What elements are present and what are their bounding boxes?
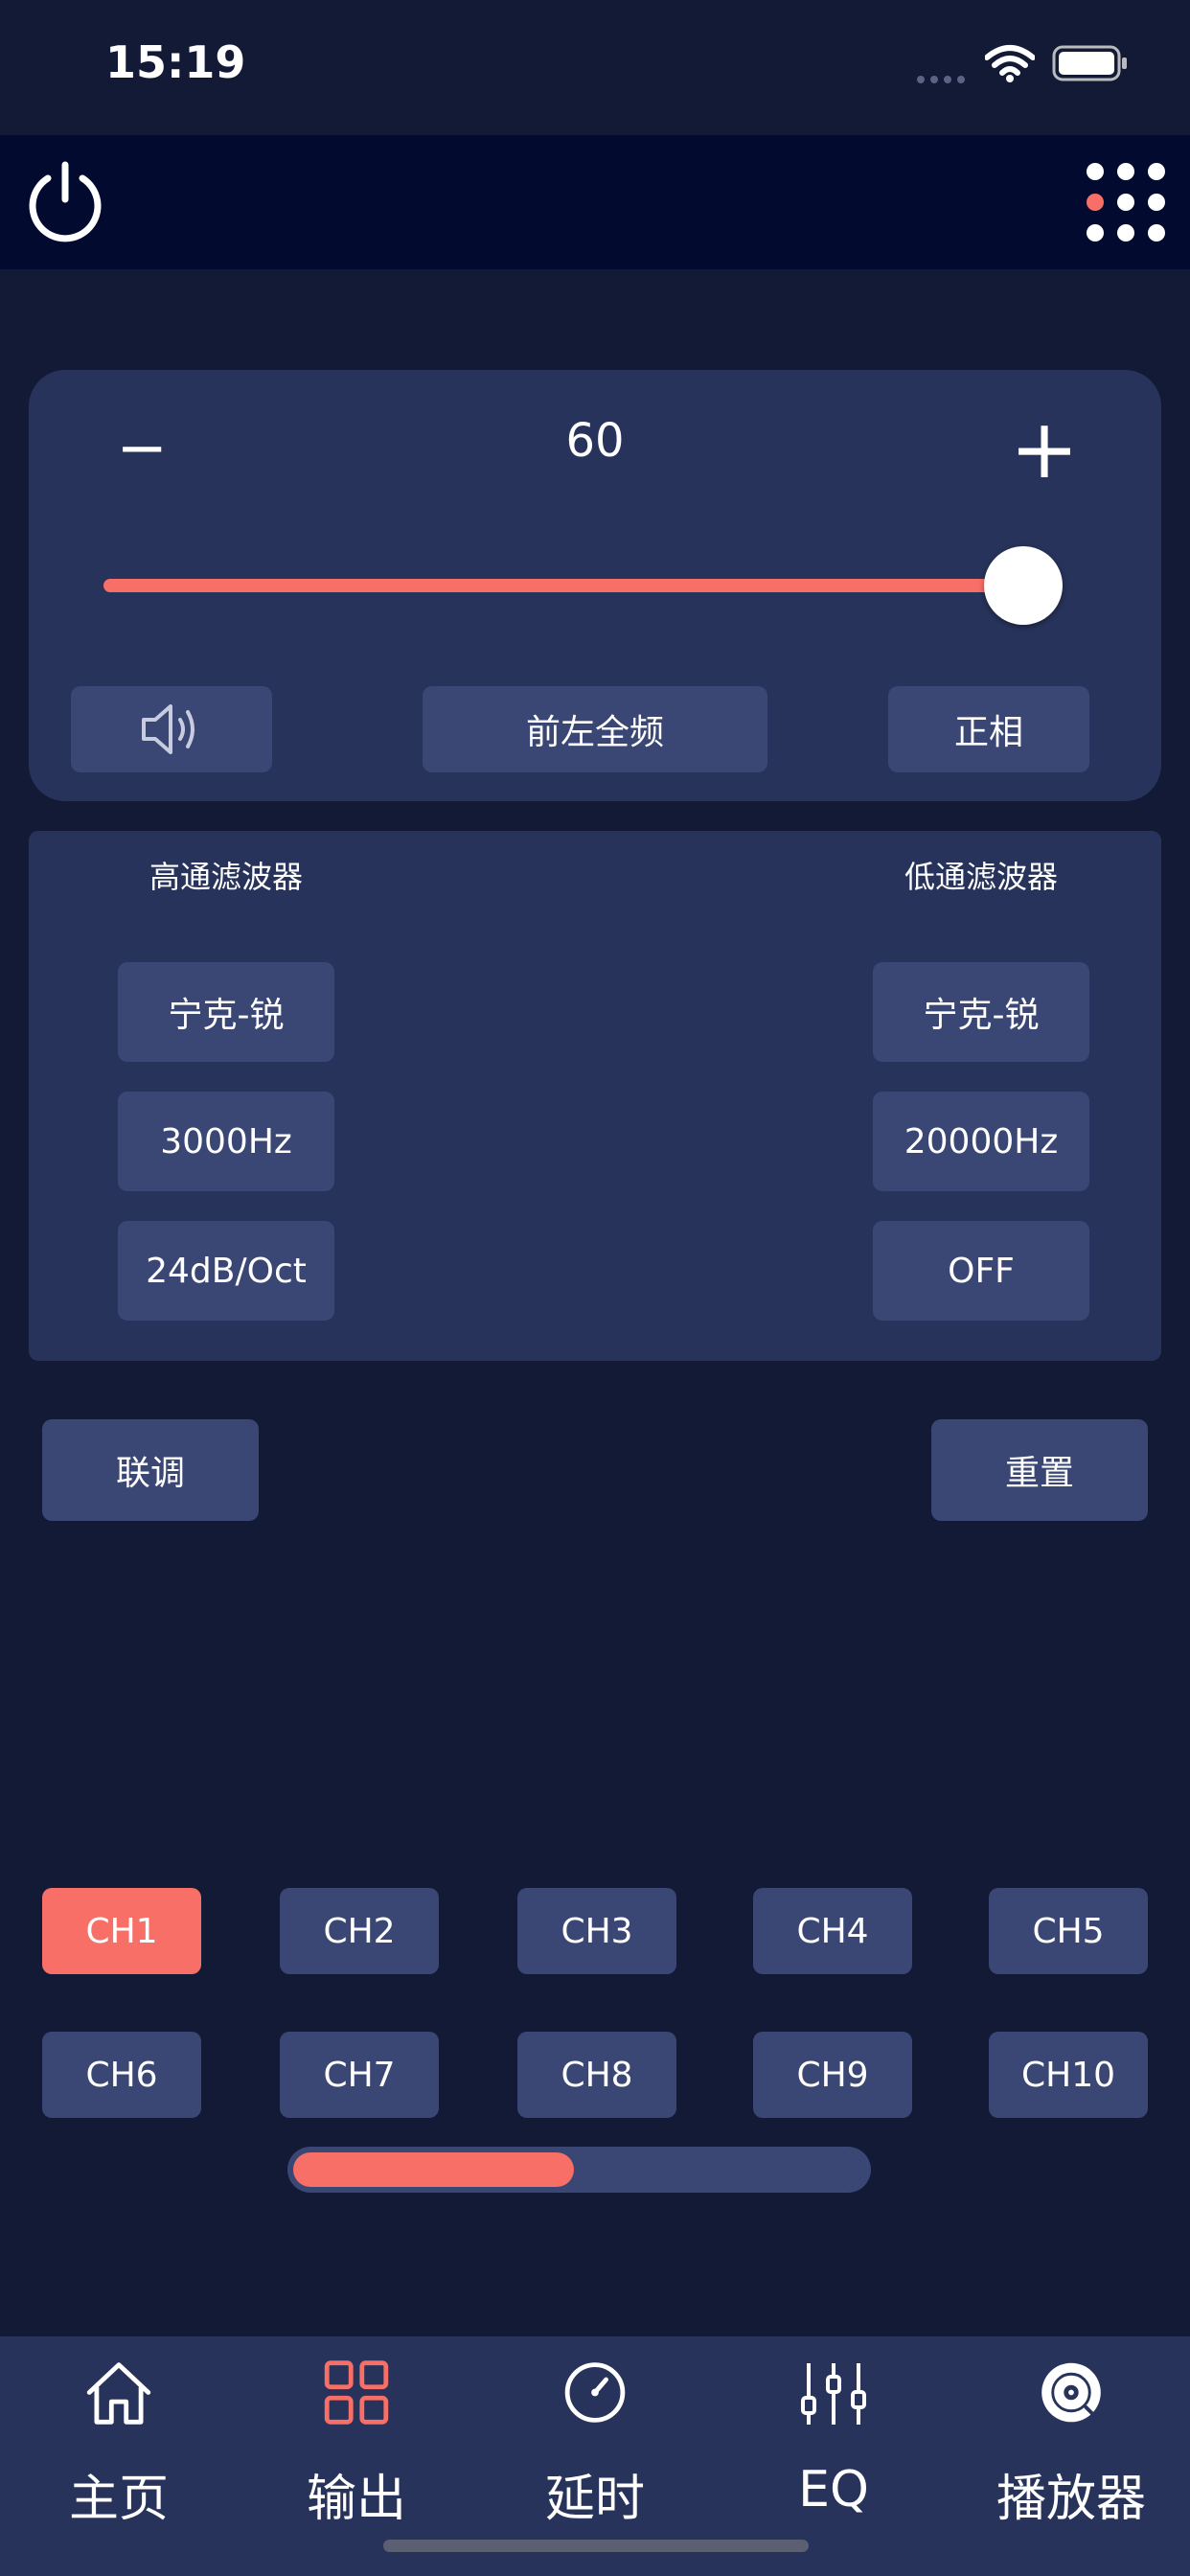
tab-player[interactable]: 播放器 xyxy=(975,2348,1167,2530)
channel-button-ch1[interactable]: CH1 xyxy=(42,1888,201,1974)
channel-button-ch4[interactable]: CH4 xyxy=(753,1888,912,1974)
tab-home[interactable]: 主页 xyxy=(23,2348,215,2530)
low-pass-slope-button[interactable]: OFF xyxy=(873,1221,1089,1321)
channel-button-ch10[interactable]: CH10 xyxy=(989,2032,1148,2118)
link-button[interactable]: 联调 xyxy=(42,1419,259,1521)
power-icon[interactable] xyxy=(21,157,109,245)
gauge-icon xyxy=(564,2362,626,2423)
mute-button[interactable] xyxy=(71,686,272,772)
equalizer-icon xyxy=(801,2363,866,2425)
tab-eq[interactable]: EQ xyxy=(738,2348,929,2530)
channel-button-ch6[interactable]: CH6 xyxy=(42,2032,201,2118)
tab-delay-label: 延时 xyxy=(544,2471,645,2528)
low-pass-type-button[interactable]: 宁克-锐 xyxy=(873,962,1089,1062)
tab-delay[interactable]: 延时 xyxy=(499,2348,691,2530)
high-pass-type-button[interactable]: 宁克-锐 xyxy=(118,962,334,1062)
tab-output[interactable]: 输出 xyxy=(261,2348,452,2530)
wifi-icon xyxy=(984,44,1036,82)
channel-button-ch3[interactable]: CH3 xyxy=(517,1888,676,1974)
low-pass-title: 低通滤波器 xyxy=(904,859,1058,895)
page-indicator-fill xyxy=(293,2152,574,2187)
high-pass-slope-button[interactable]: 24dB/Oct xyxy=(118,1221,334,1321)
volume-slider-thumb[interactable] xyxy=(984,546,1063,625)
page-indicator xyxy=(287,2147,871,2193)
volume-minus-button[interactable]: − xyxy=(113,410,171,487)
reset-button[interactable]: 重置 xyxy=(931,1419,1148,1521)
home-indicator[interactable] xyxy=(383,2540,809,2552)
tab-output-label: 输出 xyxy=(306,2471,406,2528)
high-pass-title: 高通滤波器 xyxy=(149,859,303,895)
channel-name-button[interactable]: 前左全频 xyxy=(423,686,767,772)
channel-button-ch7[interactable]: CH7 xyxy=(280,2032,439,2118)
volume-slider-fill xyxy=(103,579,1023,592)
volume-slider[interactable] xyxy=(103,546,1063,625)
channel-button-ch5[interactable]: CH5 xyxy=(989,1888,1148,1974)
channel-button-ch8[interactable]: CH8 xyxy=(517,2032,676,2118)
status-time: 15:19 xyxy=(105,36,246,88)
tab-player-label: 播放器 xyxy=(995,2471,1146,2528)
low-pass-freq-button[interactable]: 20000Hz xyxy=(873,1092,1089,1191)
speaker-icon xyxy=(142,704,195,754)
high-pass-freq-button[interactable]: 3000Hz xyxy=(118,1092,334,1191)
channel-button-ch9[interactable]: CH9 xyxy=(753,2032,912,2118)
battery-icon xyxy=(1052,44,1129,82)
signal-icon xyxy=(915,71,969,83)
menu-dots-icon[interactable] xyxy=(1083,159,1169,245)
vinyl-icon xyxy=(1041,2362,1101,2423)
volume-plus-button[interactable]: + xyxy=(1006,406,1083,493)
home-icon xyxy=(86,2362,151,2425)
tab-eq-label: EQ xyxy=(798,2461,869,2518)
volume-value: 60 xyxy=(565,414,625,468)
grid-icon xyxy=(324,2360,389,2425)
phase-button[interactable]: 正相 xyxy=(888,686,1089,772)
tab-home-label: 主页 xyxy=(68,2471,169,2528)
top-bar xyxy=(0,135,1190,269)
channel-button-ch2[interactable]: CH2 xyxy=(280,1888,439,1974)
